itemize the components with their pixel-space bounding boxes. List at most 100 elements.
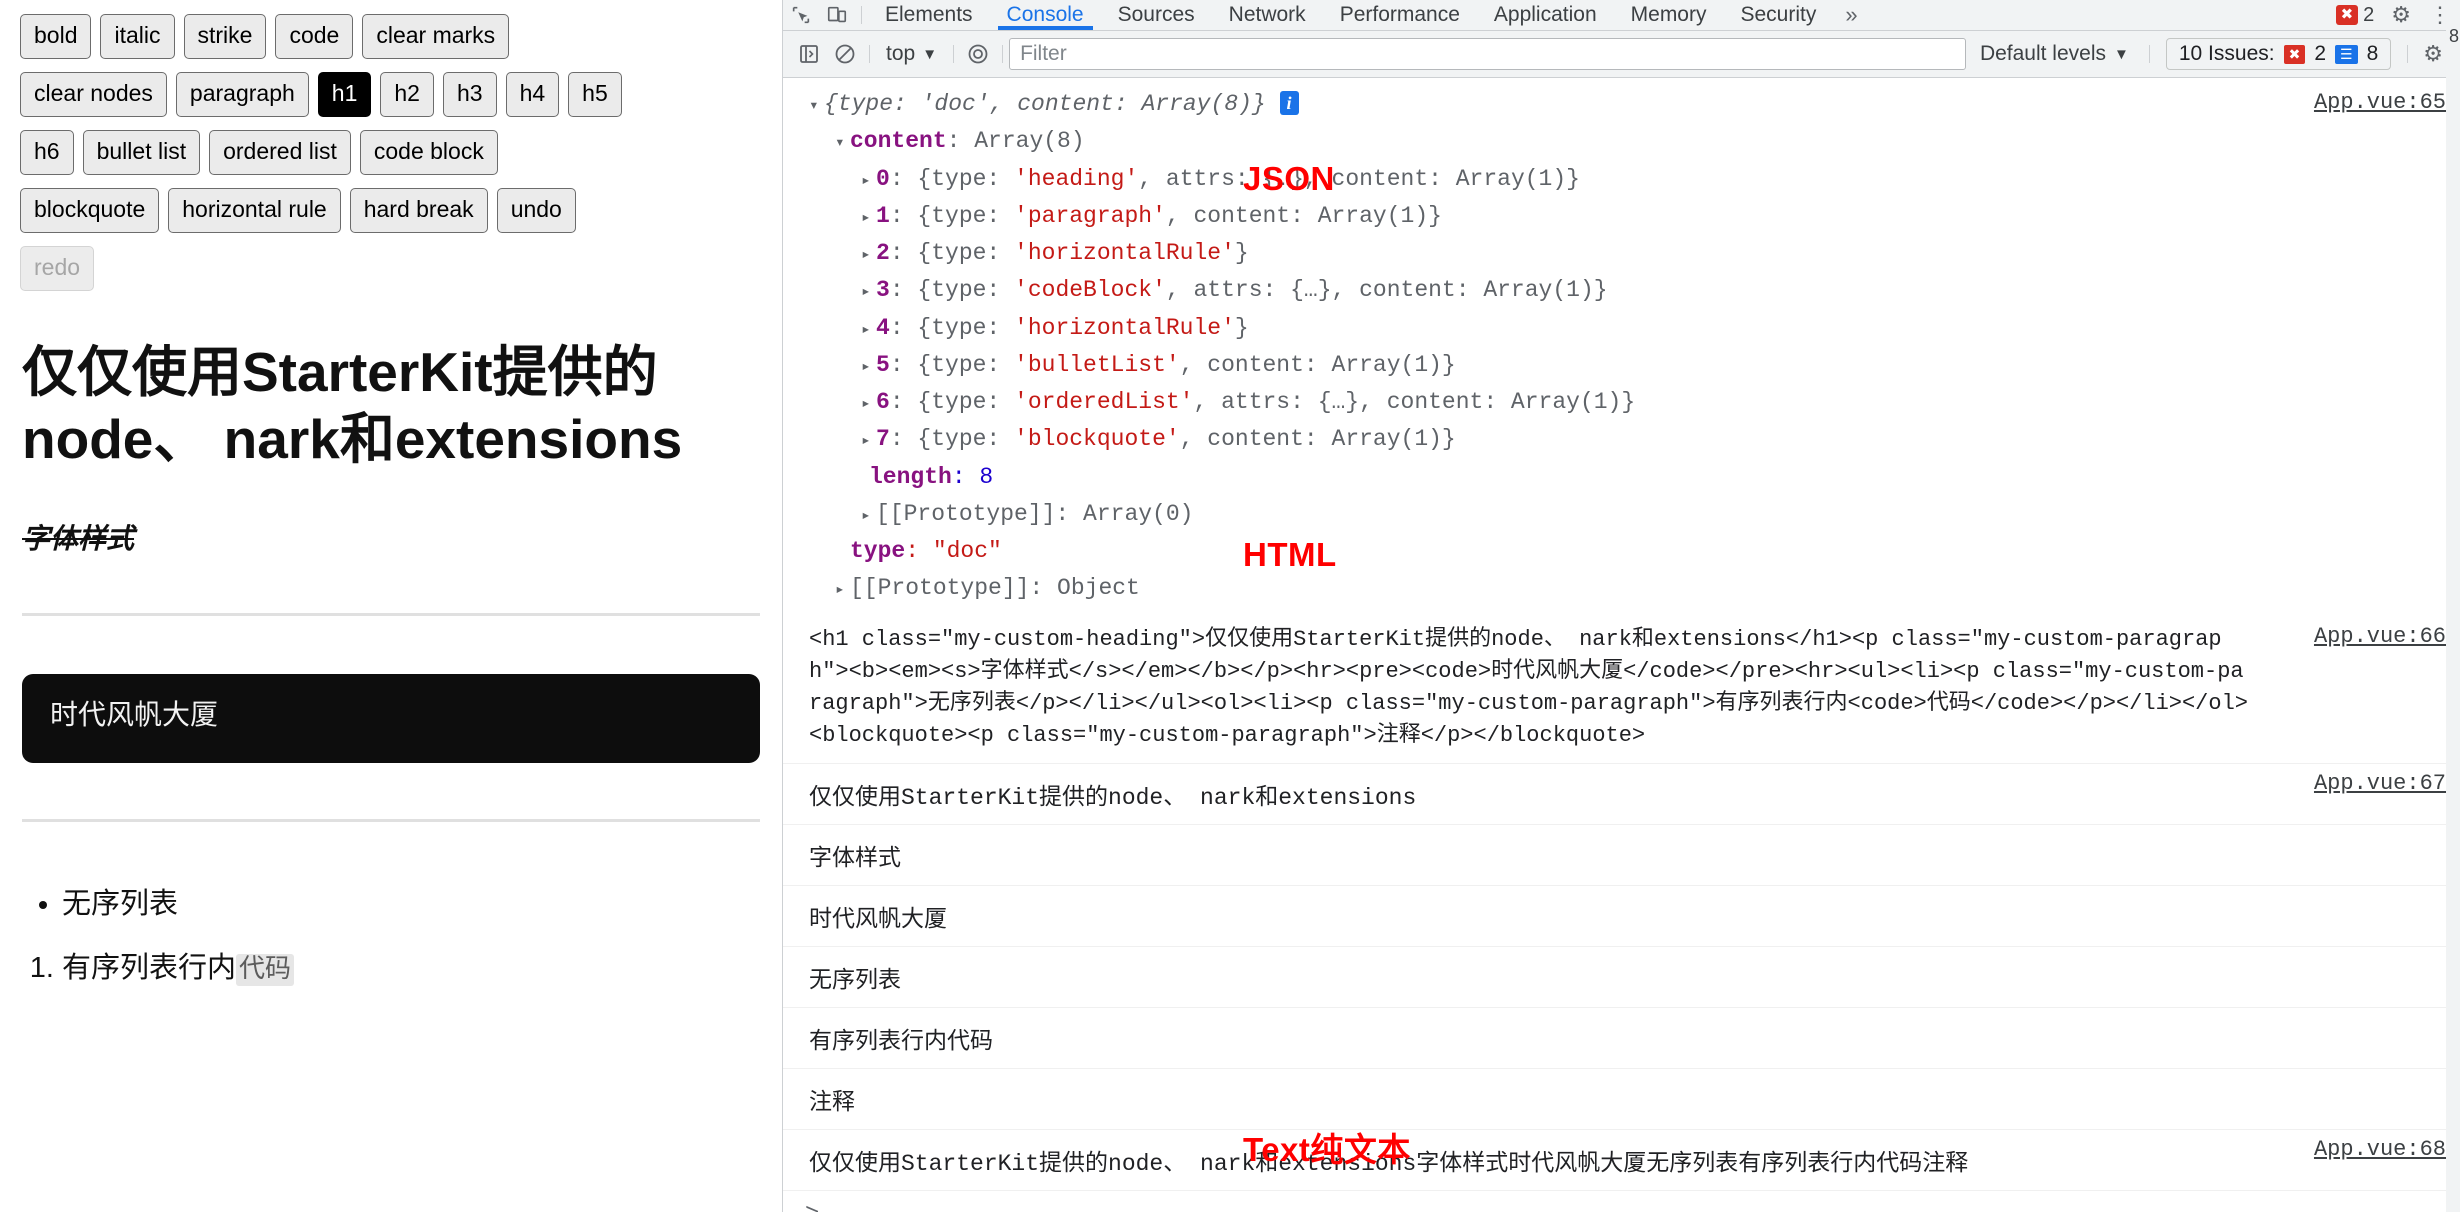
filter-input[interactable] — [1009, 38, 1966, 70]
content-key: content — [850, 128, 947, 155]
italic-button[interactable]: italic — [100, 14, 175, 59]
tab-label: Performance — [1339, 3, 1460, 26]
disclosure-triangle-icon[interactable] — [861, 318, 876, 344]
prototype-array-row[interactable]: [[Prototype]]: Array(0) — [809, 496, 2460, 533]
tab-console[interactable]: Console — [990, 0, 1101, 30]
h4-button[interactable]: h4 — [505, 72, 560, 117]
annotation-json: JSON — [1243, 160, 1335, 197]
editor-pane: bold italic strike code clear marks clea… — [0, 0, 782, 1212]
h1-button[interactable]: h1 — [317, 72, 372, 117]
h5-button[interactable]: h5 — [568, 72, 622, 117]
disclosure-triangle-icon[interactable] — [861, 355, 876, 381]
hard-break-button[interactable]: hard break — [349, 188, 488, 233]
tab-error-badge[interactable]: ✖ 2 — [2328, 0, 2383, 27]
settings-gear-icon[interactable]: ⚙ — [2382, 0, 2420, 28]
source-link[interactable]: App.vue:65 — [2314, 85, 2446, 121]
issues-button[interactable]: 10 Issues: ✖ 2 ☰ 8 — [2165, 38, 2392, 70]
code-button[interactable]: code — [275, 14, 354, 59]
array-item-row[interactable]: 0: {type: 'heading', attrs: {…}, content… — [809, 161, 2460, 198]
h6-button[interactable]: h6 — [20, 130, 74, 175]
tab-label: Console — [1006, 3, 1084, 26]
console-prompt[interactable]: > — [783, 1191, 2460, 1212]
editor-document[interactable]: 仅仅使用StarterKit提供的node、 nark和extensions 字… — [0, 339, 782, 986]
tab-application[interactable]: Application — [1477, 0, 1614, 30]
disclosure-triangle-icon[interactable] — [861, 280, 876, 306]
document-styled-paragraph: 字体样式 — [22, 523, 135, 555]
clear-nodes-button[interactable]: clear nodes — [20, 72, 167, 117]
prototype-object-row[interactable]: [[Prototype]]: Object — [809, 570, 2460, 607]
disclosure-triangle-icon[interactable] — [835, 578, 850, 604]
content-property-line[interactable]: content: Array(8) — [809, 123, 2460, 160]
inspect-element-icon[interactable] — [783, 0, 819, 30]
item-rest: , content: Array(1)} — [1179, 351, 1456, 378]
array-item-row[interactable]: 6: {type: 'orderedList', attrs: {…}, con… — [809, 384, 2460, 421]
console-log-html: App.vue:66 <h1 class="my-custom-heading"… — [783, 614, 2460, 764]
source-link[interactable]: App.vue:66 — [2314, 621, 2446, 653]
clear-marks-button[interactable]: clear marks — [362, 14, 510, 59]
tab-sources[interactable]: Sources — [1101, 0, 1212, 30]
array-item-row[interactable]: 4: {type: 'horizontalRule'} — [809, 310, 2460, 347]
console-log-text: 注释 — [783, 1069, 2460, 1130]
tab-label: Memory — [1630, 3, 1707, 26]
code-block-button[interactable]: code block — [359, 130, 498, 175]
array-item-row[interactable]: 3: {type: 'codeBlock', attrs: {…}, conte… — [809, 272, 2460, 309]
disclosure-triangle-icon[interactable] — [861, 504, 876, 530]
more-tabs-label: » — [1845, 2, 1858, 27]
undo-button[interactable]: undo — [496, 188, 576, 233]
source-link[interactable]: App.vue:67 — [2314, 771, 2446, 796]
h3-button[interactable]: h3 — [442, 72, 497, 117]
console-log-text: 字体样式 — [783, 825, 2460, 886]
item-rest: , attrs: {…}, content: Array(1)} — [1138, 165, 1580, 192]
redo-button[interactable]: redo — [20, 246, 95, 291]
tab-performance[interactable]: Performance — [1323, 0, 1477, 30]
blockquote-button[interactable]: blockquote — [20, 188, 160, 233]
document-horizontal-rule-2 — [22, 818, 760, 822]
h2-button[interactable]: h2 — [380, 72, 434, 117]
item-index: 5 — [876, 351, 890, 378]
horizontal-rule-button[interactable]: horizontal rule — [168, 188, 341, 233]
array-item-row[interactable]: 5: {type: 'bulletList', content: Array(1… — [809, 347, 2460, 384]
array-item-row[interactable]: 2: {type: 'horizontalRule'} — [809, 235, 2460, 272]
array-item-row[interactable]: 1: {type: 'paragraph', content: Array(1)… — [809, 198, 2460, 235]
clear-console-icon[interactable] — [827, 39, 863, 69]
strike-button[interactable]: strike — [183, 14, 267, 59]
item-rest: , attrs: {…}, content: Array(1)} — [1165, 277, 1608, 304]
execution-context-select[interactable]: top ▼ — [876, 42, 947, 66]
length-value: : 8 — [951, 463, 994, 490]
more-tabs-icon[interactable]: » — [1833, 0, 1869, 28]
tabstrip-divider — [861, 6, 862, 24]
disclosure-triangle-icon[interactable] — [861, 429, 876, 455]
console-sidebar-icon[interactable] — [791, 39, 827, 69]
document-horizontal-rule-1 — [22, 613, 760, 617]
bullet-list-button[interactable]: bullet list — [82, 130, 201, 175]
info-icon[interactable]: i — [1279, 91, 1299, 116]
array-item-row[interactable]: 7: {type: 'blockquote', content: Array(1… — [809, 421, 2460, 458]
ordered-list-button[interactable]: ordered list — [209, 130, 351, 175]
disclosure-triangle-icon[interactable] — [861, 392, 876, 418]
disclosure-triangle-icon[interactable] — [861, 206, 876, 232]
document-heading: 仅仅使用StarterKit提供的node、 nark和extensions — [22, 341, 683, 471]
tab-elements[interactable]: Elements — [868, 0, 990, 30]
bold-button[interactable]: bold — [20, 14, 92, 59]
tab-memory[interactable]: Memory — [1614, 0, 1724, 30]
disclosure-triangle-icon[interactable] — [861, 243, 876, 269]
toolbar-divider-5 — [2407, 45, 2409, 63]
tab-network[interactable]: Network — [1212, 0, 1323, 30]
tab-security[interactable]: Security — [1723, 0, 1833, 30]
live-expression-eye-icon[interactable] — [960, 39, 996, 69]
object-header-line[interactable]: {type: 'doc', content: Array(8)} i — [809, 86, 2460, 123]
item-prefix: : {type: — [889, 314, 1015, 341]
source-link[interactable]: App.vue:68 — [2314, 1137, 2446, 1162]
item-rest: , content: Array(1)} — [1165, 202, 1442, 229]
item-type: 'horizontalRule' — [1014, 314, 1235, 341]
disclosure-triangle-icon[interactable] — [809, 94, 824, 120]
paragraph-button[interactable]: paragraph — [175, 72, 309, 117]
device-toolbar-icon[interactable] — [819, 0, 855, 30]
disclosure-triangle-icon[interactable] — [835, 131, 850, 157]
text-line: 字体样式 — [809, 845, 901, 872]
disclosure-triangle-icon[interactable] — [861, 169, 876, 195]
issues-error-count: 2 — [2314, 42, 2327, 65]
log-levels-select[interactable]: Default levels ▼ — [1966, 42, 2143, 66]
type-key: type — [850, 538, 906, 564]
length-property-row: length: 8 — [809, 459, 2460, 496]
